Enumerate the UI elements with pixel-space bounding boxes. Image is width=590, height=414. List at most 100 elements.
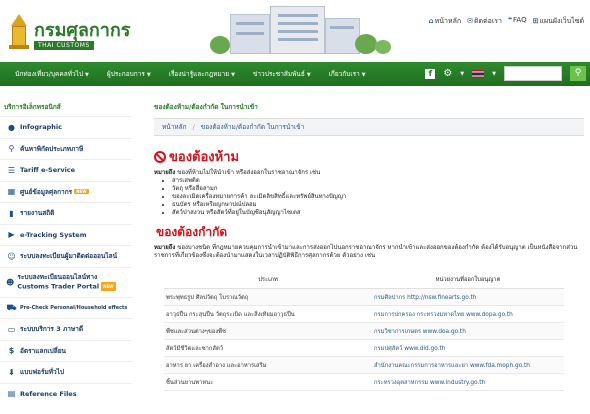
chevron-down-icon: ▼ xyxy=(306,72,311,78)
chevron-down-icon: ▼ xyxy=(85,72,89,78)
sidebar-item-forms[interactable]: ⬇ แบบฟอร์มทั่วไป xyxy=(0,361,132,383)
search-button[interactable]: ⚲ xyxy=(570,66,586,81)
customs-emblem-icon xyxy=(8,12,30,50)
logo-title: กรมศุลกากร xyxy=(34,20,131,41)
nav-item-operators[interactable]: ผู้ประกอบการ ▼ xyxy=(98,69,160,79)
table-row: สัตว์มีชีวิตและซากสัตว์ กรมปศุสัตว์ www.… xyxy=(164,339,564,357)
new-badge: NEW xyxy=(74,189,89,195)
mail-icon: ✉ xyxy=(467,17,473,25)
list-item: ของละเมิดเครื่องหมายการค้า ละเมิดลิขสิทธ… xyxy=(172,193,590,201)
list-item: วัตถุ หรือสื่อลามก xyxy=(172,185,590,193)
list-icon: ☰ xyxy=(7,165,16,175)
sitemap-link[interactable]: ⊞แผนผังเว็บไซต์ xyxy=(533,16,584,27)
restricted-intro: หมายถึง ของบางชนิด ที่กฎหมายควบคุมการนำเ… xyxy=(154,244,578,259)
main-content: ของต้องห้าม/ต้องกำกัด ในการนำเข้า หน้าหล… xyxy=(150,96,590,414)
table-cell-link[interactable]: กระทรวงอุตสาหกรรม www.industry.go.th xyxy=(372,373,564,391)
sidebar-item-trader-portal[interactable]: ☻ ระบบลงทะเบียนออนไลน์ทาง Customs Trader… xyxy=(0,266,132,297)
list-item: ธนบัตร หรือเหรียญกษาปณ์ปลอม xyxy=(172,201,590,209)
search-icon: ⚲ xyxy=(8,144,15,154)
dollar-icon: $ xyxy=(8,346,15,356)
list-item: สัตว์ป่าสงวน หรือสัตว์ที่อยู่ในบัญชีอนุส… xyxy=(172,209,590,217)
nav-item-laws[interactable]: เรื่องน่ารู้และกฎหมาย ▼ xyxy=(160,69,244,79)
table-row: อาวุธปืน กระสุนปืน วัตถุระเบิด และสิ่งเท… xyxy=(164,305,564,323)
breadcrumb: หน้าหลัก / ของต้องห้าม/ต้องกำกัด ในการนำ… xyxy=(154,118,584,136)
monitor-icon: ▭ xyxy=(7,324,16,334)
table-cell: พระพุทธรูป ศิลปวัตถุ โบราณวัตถุ xyxy=(164,288,372,306)
chevron-down-icon: ▼ xyxy=(361,72,366,78)
table-row: พืชและส่วนต่างๆของพืช กรมวิชาการเกษตร ww… xyxy=(164,322,564,340)
contact-link[interactable]: ✉ติดต่อเรา xyxy=(467,16,502,27)
sidebar-item-tariff-search[interactable]: ⚲ ค้นหาพิกัดประเภทภาษี xyxy=(0,137,132,160)
prohibited-heading: ของต้องห้าม xyxy=(154,146,590,167)
download-icon: ⬇ xyxy=(8,367,15,377)
sidebar-item-infographic[interactable]: ● Infographic xyxy=(0,116,132,138)
table-cell: ชิ้นส่วนยานพาหนะ xyxy=(164,373,372,391)
truck-icon: ▶ xyxy=(8,230,15,240)
sidebar-item-pre-check[interactable]: ⛟ Pre-Check Personal/Household effects xyxy=(0,296,132,319)
search-input[interactable] xyxy=(504,66,562,81)
prohibited-list: สารเสพติด วัตถุ หรือสื่อลามก ของละเมิดเค… xyxy=(172,177,590,217)
site-header: กรมศุลกากร THAI CUSTOMS ⌂หน้าหลัก ✉ติดต่… xyxy=(0,0,590,56)
search-icon: ⚲ xyxy=(574,68,582,78)
sidebar: บริการอิเล็กทรอนิกส์ ● Infographic ⚲ ค้น… xyxy=(0,96,132,414)
page-title: ของต้องห้าม/ต้องกำกัด ในการนำเข้า xyxy=(154,103,258,111)
table-cell-link[interactable]: กรมวิชาการเกษตร www.doa.go.th xyxy=(372,322,564,340)
table-cell-link[interactable]: สำนักงานคณะกรรมการอาหารและยา www.fda.mop… xyxy=(372,356,564,374)
top-links: ⌂หน้าหลัก ✉ติดต่อเรา ❝FAQ ⊞แผนผังเว็บไซต… xyxy=(429,16,584,27)
breadcrumb-separator: / xyxy=(192,123,195,131)
sidebar-item-tariff-eservice[interactable]: ☰ Tariff e-Service xyxy=(0,159,132,181)
info-icon: ● xyxy=(8,122,15,132)
nav-item-tourists[interactable]: นักท่องเที่ยว/บุคคลทั่วไป ▼ xyxy=(6,69,98,79)
table-header-agency: หน่วยงานที่ออกใบอนุญาต xyxy=(372,270,564,289)
chevron-down-icon: ▼ xyxy=(146,72,151,78)
table-cell-link[interactable]: กรมศิลปากร http://nsw.finearts.go.th xyxy=(372,288,564,306)
table-cell: สัตว์มีชีวิตและซากสัตว์ xyxy=(164,339,372,357)
user-icon: ☺ xyxy=(7,251,16,261)
sidebar-item-e-tracking[interactable]: ▶ e-Tracking System xyxy=(0,223,132,246)
sidebar-item-customs-data-center[interactable]: ▦ ศูนย์ข้อมูลศุลกากร NEW xyxy=(0,180,132,203)
sidebar-item-statistics[interactable]: ▮ รายงานสถิติ xyxy=(0,202,132,224)
sitemap-icon: ⊞ xyxy=(532,17,539,25)
site-logo[interactable]: กรมศุลกากร THAI CUSTOMS xyxy=(8,6,130,50)
chevron-down-icon: ▼ xyxy=(231,72,235,78)
table-cell: อาหาร ยา เครื่องสำอาง และอาหารเสริม xyxy=(164,356,372,374)
faq-icon: ❝ xyxy=(507,16,513,24)
thai-flag-icon[interactable] xyxy=(472,69,485,78)
car-icon: ⛟ xyxy=(6,302,17,312)
home-link[interactable]: ⌂หน้าหลัก xyxy=(429,16,462,27)
table-cell-link[interactable]: กรมปศุสัตว์ www.dld.go.th xyxy=(372,339,564,357)
sidebar-item-three-languages[interactable]: ▭ ระบบบริการ 3 ภาษาดี xyxy=(0,318,132,340)
sidebar-item-visitor-registration[interactable]: ☺ ระบบลงทะเบียนผู้มาติดต่อออนไลน์ xyxy=(0,245,132,267)
main-nav: นักท่องเที่ยว/บุคคลทั่วไป ▼ ผู้ประกอบการ ▼… xyxy=(0,62,590,86)
chevron-down-icon: ▼ xyxy=(460,70,465,77)
gear-icon[interactable]: ⚙ xyxy=(443,68,452,79)
table-cell: พืชและส่วนต่างๆของพืช xyxy=(164,322,372,340)
sidebar-item-reference-files[interactable]: ▤ Reference Files xyxy=(0,382,132,405)
users-icon: ☻ xyxy=(6,277,15,287)
prohibited-intro: หมายถึง ของที่ห้ามไม่ให้นำเข้า หรือส่งออ… xyxy=(154,169,321,176)
table-row: พระพุทธรูป ศิลปวัตถุ โบราณวัตถุ กรมศิลปา… xyxy=(164,288,564,306)
table-row: อาหาร ยา เครื่องสำอาง และอาหารเสริม สำนั… xyxy=(164,356,564,374)
table-header-row: ประเภท หน่วยงานที่ออกใบอนุญาต xyxy=(164,270,564,289)
header-banner-image xyxy=(170,0,420,56)
table-cell: อาวุธปืน กระสุนปืน วัตถุระเบิด และสิ่งเท… xyxy=(164,305,372,323)
facebook-icon[interactable]: f xyxy=(425,68,436,79)
calendar-icon: ▦ xyxy=(7,187,16,197)
file-icon: ▤ xyxy=(7,389,16,399)
sidebar-item-exchange-rate[interactable]: $ อัตราแลกเปลี่ยน xyxy=(0,339,132,362)
table-header-type: ประเภท xyxy=(164,270,372,289)
breadcrumb-current: ของต้องห้าม/ต้องกำกัด ในการนำเข้า xyxy=(200,123,305,131)
logo-subtitle: THAI CUSTOMS xyxy=(34,41,94,50)
restricted-heading: ของต้องกำกัด xyxy=(156,225,228,239)
sidebar-title: บริการอิเล็กทรอนิกส์ xyxy=(4,103,61,111)
bar-chart-icon: ▮ xyxy=(9,208,14,218)
table-row: ชิ้นส่วนยานพาหนะ กระทรวงอุตสาหกรรม www.i… xyxy=(164,373,564,391)
faq-link[interactable]: ❝FAQ xyxy=(508,16,527,27)
list-item: สารเสพติด xyxy=(172,177,590,185)
ban-icon xyxy=(154,150,166,163)
table-cell-link[interactable]: กรมการปกครอง กระทรวงมหาดไทย www.dopa.go.… xyxy=(372,305,564,323)
breadcrumb-home-link[interactable]: หน้าหลัก xyxy=(162,122,187,132)
nav-item-about[interactable]: เกี่ยวกับเรา ▼ xyxy=(320,69,375,79)
nav-item-news[interactable]: ข่าวประชาสัมพันธ์ ▼ xyxy=(244,69,320,79)
restricted-table: ประเภท หน่วยงานที่ออกใบอนุญาต พระพุทธรูป… xyxy=(164,270,564,391)
